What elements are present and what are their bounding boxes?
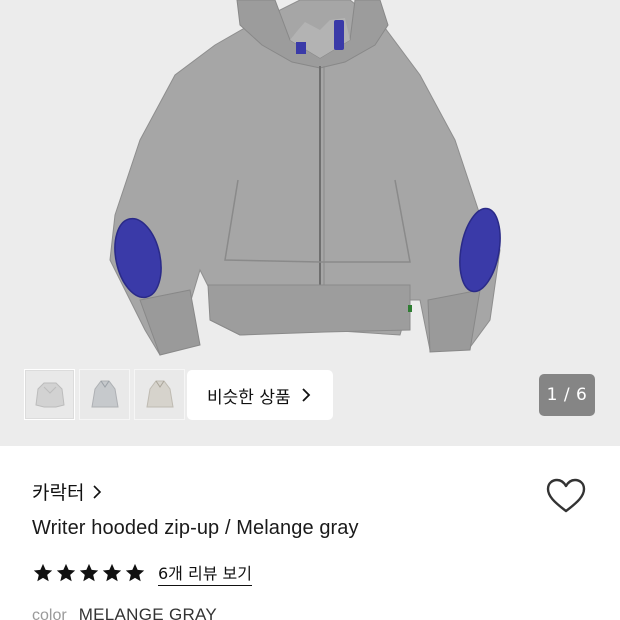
star-icon — [102, 563, 122, 582]
wishlist-heart-icon[interactable] — [546, 478, 586, 514]
hoodie-beige-thumb-icon — [145, 380, 174, 407]
product-image-gallery[interactable]: 비슷한 상품 1 / 6 — [0, 0, 620, 446]
color-label: color — [32, 607, 67, 620]
star-icon — [33, 563, 53, 582]
rating-row: 6개 리뷰 보기 — [32, 560, 252, 586]
star-icon — [56, 563, 76, 582]
similar-products-button[interactable]: 비슷한 상품 — [187, 370, 333, 420]
brand-name: 카락터 — [32, 482, 85, 504]
hoodie-lightgray-thumb-icon — [34, 382, 65, 407]
chevron-right-icon — [301, 387, 311, 403]
product-title: Writer hooded zip-up / Melange gray — [32, 517, 359, 539]
image-counter: 1 / 6 — [539, 374, 595, 416]
chevron-right-icon — [92, 484, 102, 500]
thumbnail-strip — [24, 369, 185, 420]
review-link[interactable]: 6개 리뷰 보기 — [158, 560, 252, 586]
color-row: color MELANGE GRAY — [32, 605, 217, 620]
star-icon — [125, 563, 145, 582]
thumbnail-1[interactable] — [24, 369, 75, 420]
similar-products-label: 비슷한 상품 — [207, 387, 291, 408]
hoodie-gray-thumb-icon — [90, 380, 119, 407]
star-icon — [79, 563, 99, 582]
brand-link[interactable]: 카락터 — [32, 478, 102, 505]
thumbnail-3[interactable] — [134, 369, 185, 420]
color-value: MELANGE GRAY — [78, 605, 218, 620]
star-rating — [32, 562, 146, 584]
thumbnail-2[interactable] — [79, 369, 130, 420]
